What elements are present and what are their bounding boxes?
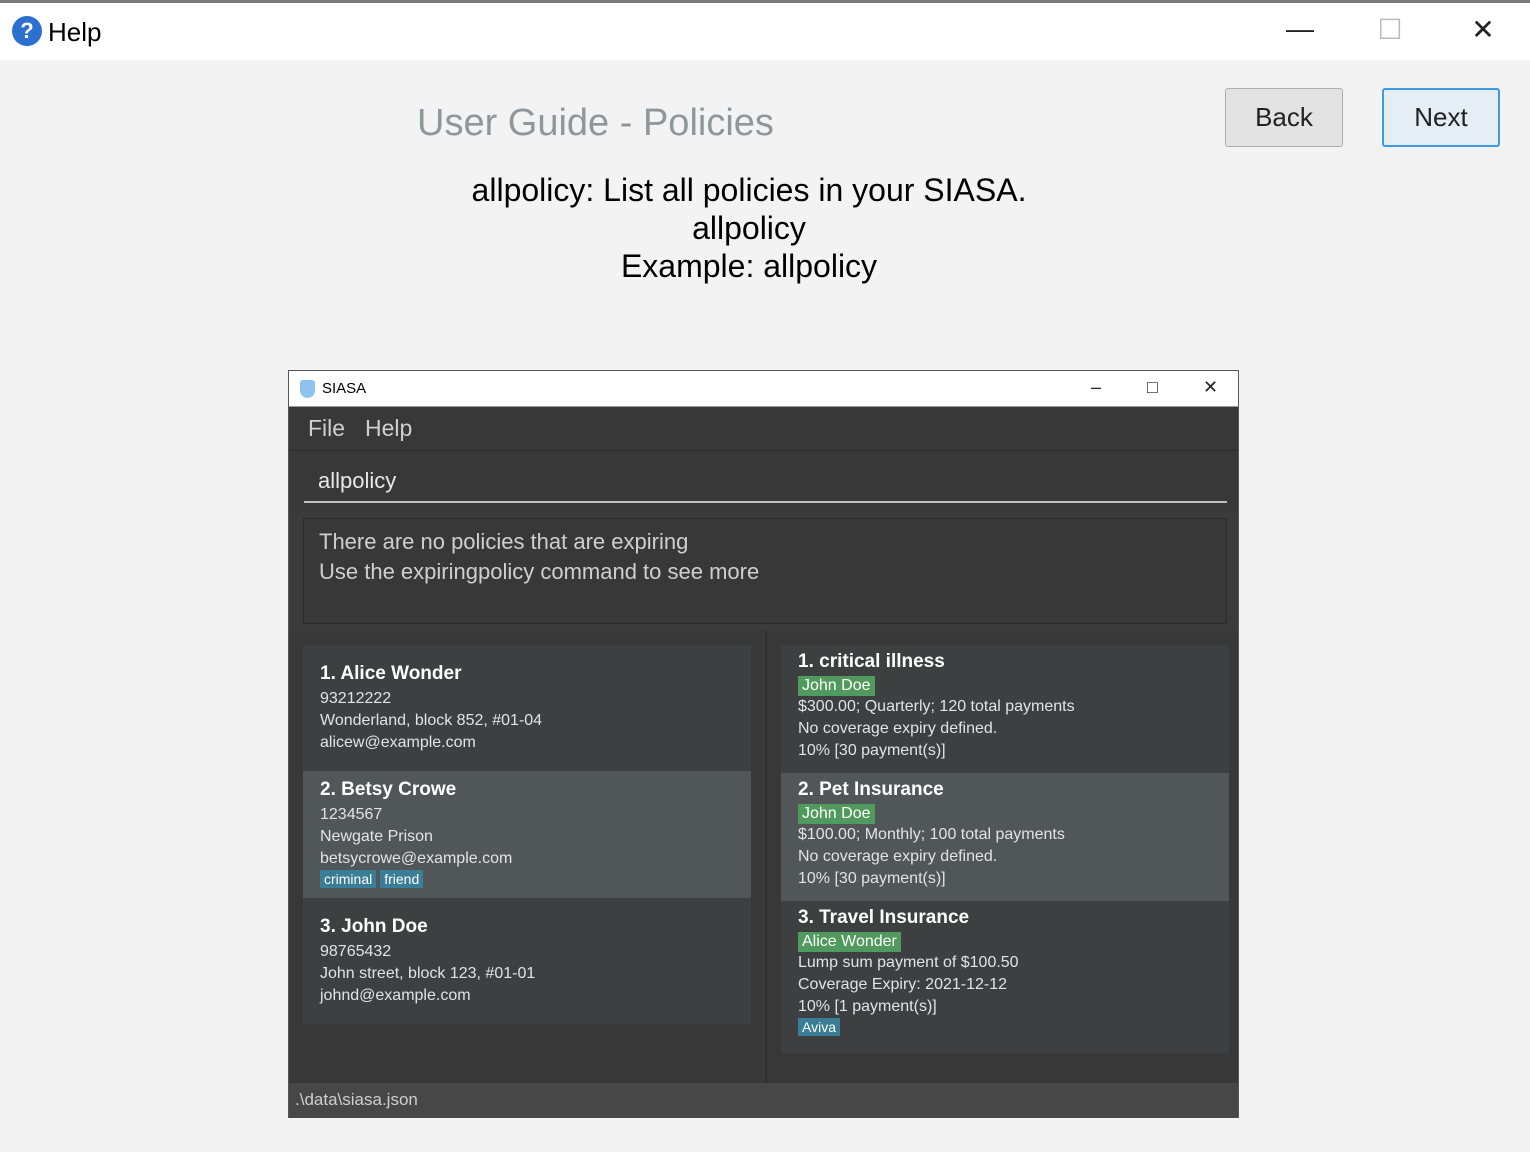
person-list: 1. Alice Wonder 93212222 Wonderland, blo…: [289, 631, 763, 1083]
person-name: 1. Alice Wonder: [320, 663, 462, 684]
tag: criminal: [320, 870, 377, 888]
data-file-path: .\data\siasa.json: [295, 1090, 418, 1109]
policy-list: 1. critical illness John Doe $300.00; Qu…: [765, 631, 1238, 1083]
policy-card: 1. critical illness John Doe $300.00; Qu…: [781, 645, 1229, 773]
person-phone: 93212222: [320, 690, 392, 707]
menu-bar: File Help: [289, 407, 1238, 450]
policy-title: 1. critical illness: [798, 651, 945, 672]
policy-expiry: No coverage expiry defined.: [798, 720, 998, 737]
policy-commission: 10% [30 payment(s)]: [798, 742, 946, 759]
person-address: Newgate Prison: [320, 828, 433, 845]
owner-tag: Alice Wonder: [798, 932, 901, 952]
person-address: John street, block 123, #01-01: [320, 965, 536, 982]
policy-card: 3. Travel Insurance Alice Wonder Lump su…: [781, 901, 1229, 1053]
person-phone: 1234567: [320, 806, 383, 823]
policy-expiry: Coverage Expiry: 2021-12-12: [798, 976, 1008, 993]
menu-help: Help: [365, 415, 413, 441]
policy-commission: 10% [30 payment(s)]: [798, 870, 946, 887]
policy-title: 3. Travel Insurance: [798, 907, 970, 928]
tag: Aviva: [798, 1018, 840, 1036]
back-button[interactable]: Back: [1225, 88, 1343, 147]
result-display: There are no policies that are expiring …: [303, 518, 1227, 624]
person-address: Wonderland, block 852, #01-04: [320, 712, 543, 729]
owner-tag: John Doe: [798, 804, 875, 824]
command-example: Example: allpolicy: [620, 248, 878, 284]
window-title: Help: [48, 17, 102, 47]
command-input: allpolicy: [318, 468, 397, 493]
person-name: 2. Betsy Crowe: [320, 779, 457, 800]
policy-expiry: No coverage expiry defined.: [798, 848, 998, 865]
command-box: allpolicy: [289, 450, 1238, 511]
title-bar: ? Help — ☐ ✕: [0, 3, 1530, 60]
status-bar: .\data\siasa.json: [289, 1083, 1238, 1118]
command-format: allpolicy: [692, 210, 806, 246]
app-title: SIASA: [322, 380, 367, 397]
person-email: johnd@example.com: [320, 987, 471, 1004]
policy-title: 2. Pet Insurance: [798, 779, 944, 800]
help-icon: ?: [12, 16, 42, 46]
shield-icon: [300, 380, 315, 398]
person-card: 1. Alice Wonder 93212222 Wonderland, blo…: [303, 645, 751, 771]
result-line: There are no policies that are expiring: [319, 529, 689, 554]
app-close-icon: ✕: [1203, 377, 1219, 397]
policy-payment: $100.00; Monthly; 100 total payments: [798, 826, 1065, 843]
owner-tag: John Doe: [798, 676, 875, 696]
person-name: 3. John Doe: [320, 916, 428, 937]
person-email: betsycrowe@example.com: [320, 850, 513, 867]
input-underline: [304, 501, 1227, 503]
command-description: allpolicy: List all policies in your SIA…: [471, 172, 1027, 208]
app-screenshot: SIASA – □ ✕ File Help allpolicy There ar…: [288, 370, 1239, 1118]
person-card: 3. John Doe 98765432 John street, block …: [303, 898, 751, 1024]
app-maximize-icon: □: [1147, 377, 1158, 397]
tag: friend: [380, 870, 424, 888]
policy-payment: Lump sum payment of $100.50: [798, 954, 1019, 971]
minimize-icon[interactable]: —: [1280, 13, 1320, 45]
person-phone: 98765432: [320, 943, 392, 960]
page-title: User Guide - Policies: [417, 102, 774, 144]
person-card: 2. Betsy Crowe 1234567 Newgate Prison be…: [303, 771, 751, 898]
menu-file: File: [308, 415, 346, 441]
maximize-icon[interactable]: ☐: [1370, 13, 1410, 46]
person-email: alicew@example.com: [320, 734, 476, 751]
result-line: Use the expiringpolicy command to see mo…: [319, 559, 760, 584]
policy-commission: 10% [1 payment(s)]: [798, 998, 937, 1015]
app-minimize-icon: –: [1091, 377, 1102, 397]
next-button[interactable]: Next: [1382, 88, 1500, 147]
close-icon[interactable]: ✕: [1463, 13, 1503, 46]
policy-card: 2. Pet Insurance John Doe $100.00; Month…: [781, 773, 1229, 901]
app-title-bar: SIASA – □ ✕: [289, 371, 1238, 407]
policy-payment: $300.00; Quarterly; 120 total payments: [798, 698, 1075, 715]
